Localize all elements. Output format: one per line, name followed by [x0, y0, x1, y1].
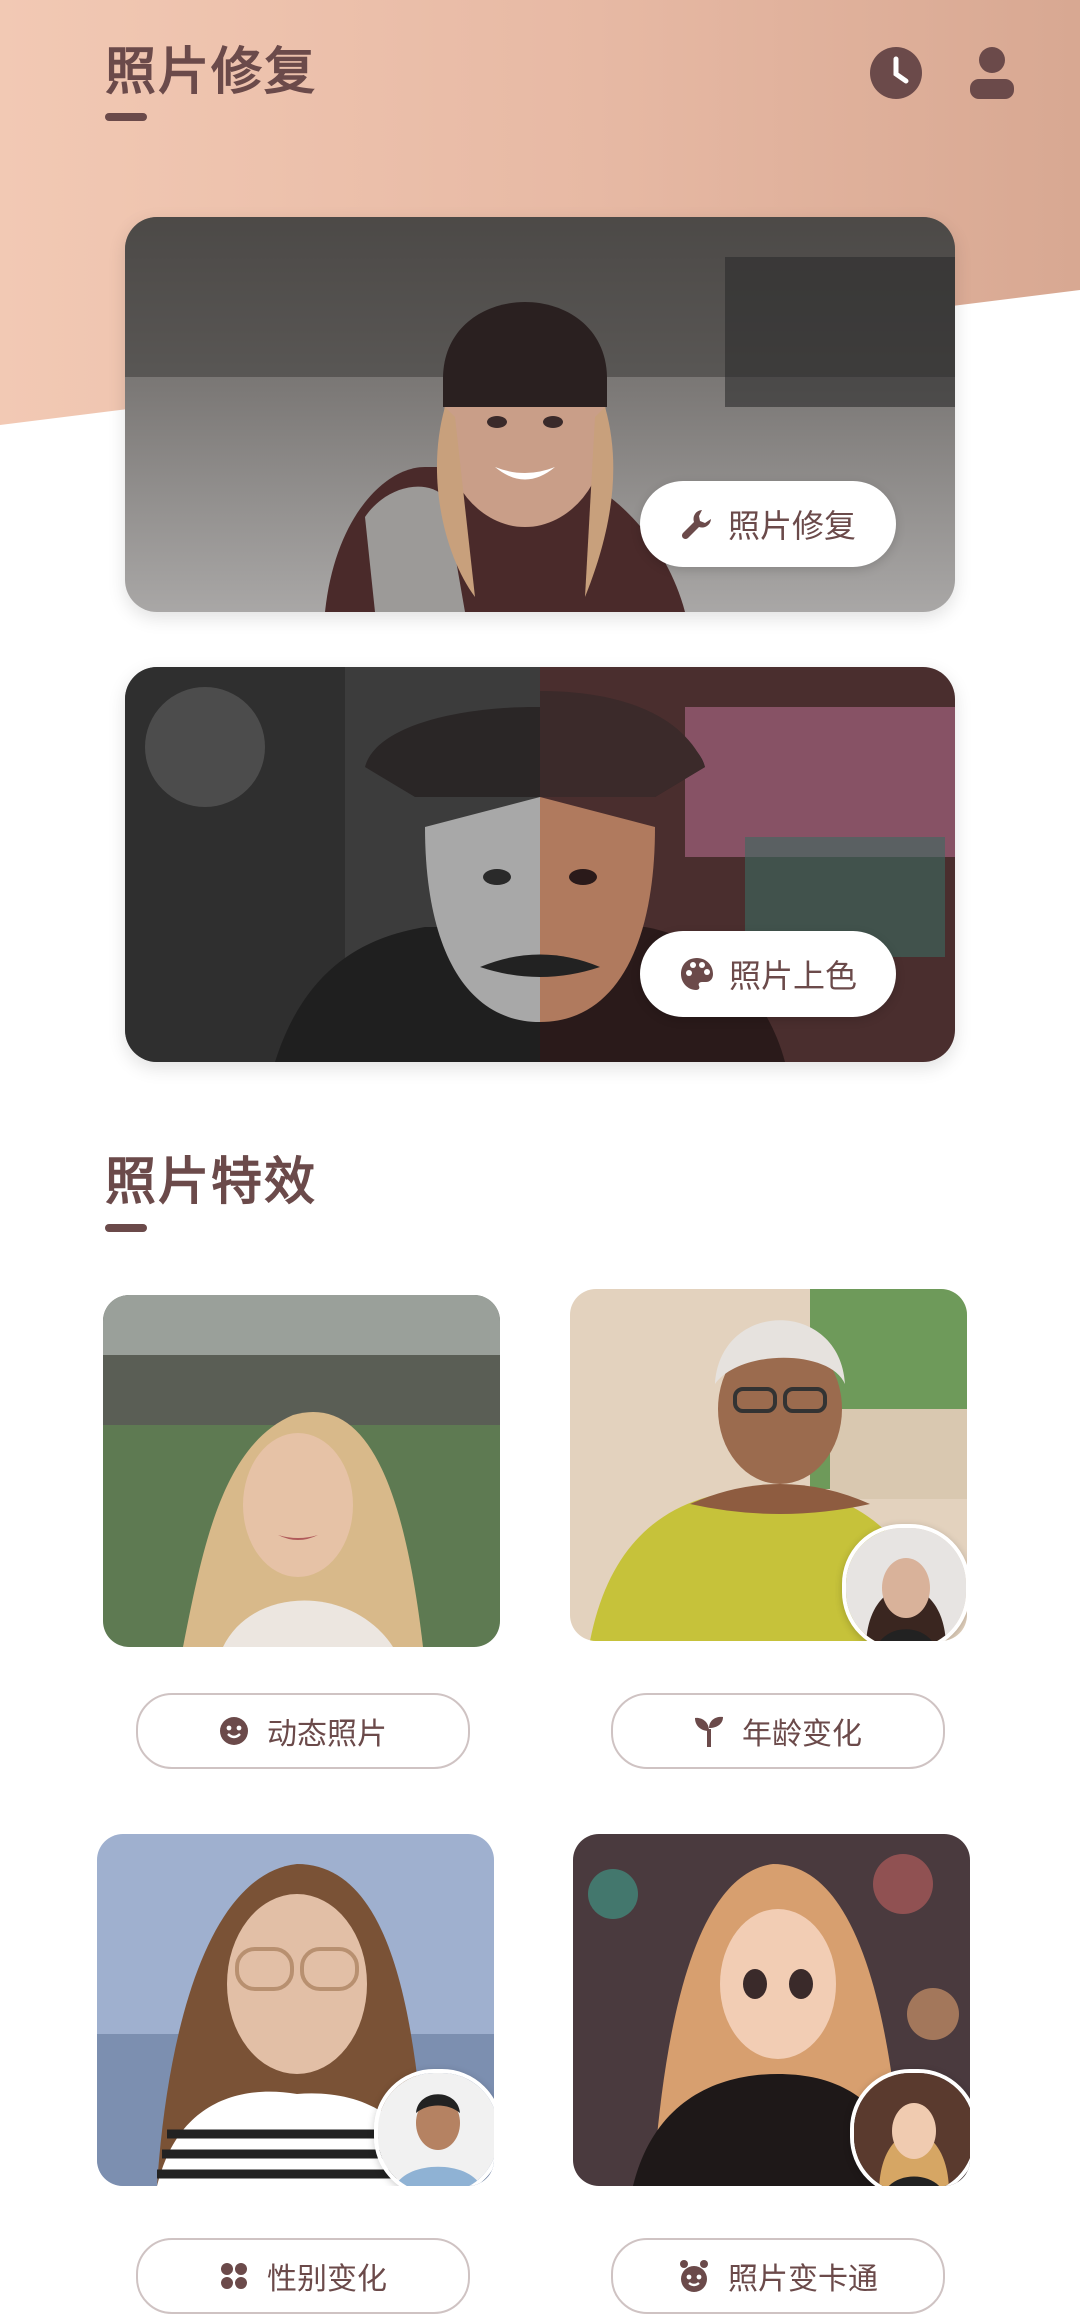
effects-title-underline: [105, 1224, 147, 1232]
user-icon: [970, 47, 1014, 99]
sprout-icon: [695, 1716, 723, 1747]
gender-icon: [221, 2263, 247, 2289]
cartoon-button[interactable]: 照片变卡通: [611, 2238, 945, 2314]
photo-colorize-label: 照片上色: [728, 957, 857, 995]
history-button[interactable]: [867, 44, 925, 102]
animated-photo-image: [103, 1295, 500, 1647]
cartoon-avatar: [850, 2069, 970, 2186]
gender-change-avatar: [374, 2069, 494, 2186]
cartoon-thumbnail[interactable]: [573, 1834, 970, 2186]
photo-restore-label: 照片修复: [727, 507, 856, 545]
animated-photo-thumbnail[interactable]: [103, 1295, 500, 1647]
age-change-avatar: [842, 1524, 967, 1641]
cartoon-label: 照片变卡通: [728, 2262, 878, 2297]
wrench-icon: [681, 510, 711, 540]
gender-change-button[interactable]: 性别变化: [136, 2238, 470, 2314]
profile-button[interactable]: [963, 44, 1021, 102]
gender-change-thumbnail[interactable]: [97, 1834, 494, 2186]
age-change-thumbnail[interactable]: [570, 1289, 967, 1641]
palette-icon: [680, 958, 713, 990]
animated-photo-label: 动态照片: [267, 1717, 387, 1752]
animated-photo-button[interactable]: 动态照片: [136, 1693, 470, 1769]
smile-icon: [220, 1717, 248, 1745]
page-title: 照片修复: [105, 43, 318, 102]
gender-change-label: 性别变化: [267, 2262, 387, 2297]
photo-restore-button[interactable]: 照片修复: [640, 481, 896, 567]
photo-colorize-card[interactable]: 照片上色: [125, 667, 955, 1062]
age-change-button[interactable]: 年龄变化: [611, 1693, 945, 1769]
cartoon-icon: [680, 2260, 708, 2292]
title-underline: [105, 113, 147, 121]
age-change-label: 年龄变化: [742, 1717, 862, 1752]
effects-title: 照片特效: [105, 1153, 318, 1212]
photo-restore-card[interactable]: 照片修复: [125, 217, 955, 612]
clock-icon: [870, 47, 922, 99]
photo-colorize-button[interactable]: 照片上色: [640, 931, 896, 1017]
